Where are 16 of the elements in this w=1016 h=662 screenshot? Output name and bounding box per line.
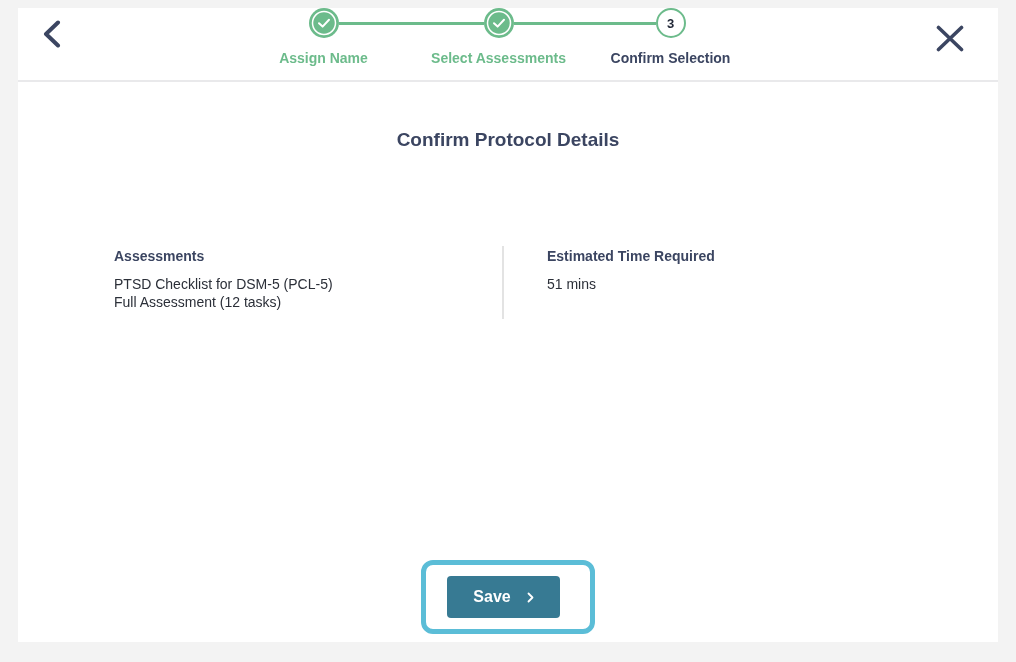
save-button[interactable]: Save bbox=[447, 576, 560, 618]
chevron-left-icon bbox=[42, 20, 61, 48]
step-label: Confirm Selection bbox=[610, 50, 731, 67]
step-label: Select Assessments bbox=[431, 50, 566, 67]
back-button[interactable] bbox=[42, 20, 61, 48]
close-button[interactable] bbox=[936, 25, 964, 52]
detail-text: PTSD Checklist for DSM-5 (PCL-5) bbox=[114, 275, 334, 293]
detail-text: 51 mins bbox=[547, 275, 598, 293]
page-title: Confirm Protocol Details bbox=[395, 128, 621, 152]
detail-text: Full Assessment (12 tasks) bbox=[114, 293, 283, 311]
step-number: 3 bbox=[655, 8, 686, 38]
column-heading: Assessments bbox=[114, 248, 206, 265]
close-icon bbox=[936, 25, 964, 52]
column-heading: Estimated Time Required bbox=[547, 248, 715, 265]
chevron-right-icon bbox=[526, 591, 534, 603]
step-label: Assign Name bbox=[279, 50, 368, 67]
